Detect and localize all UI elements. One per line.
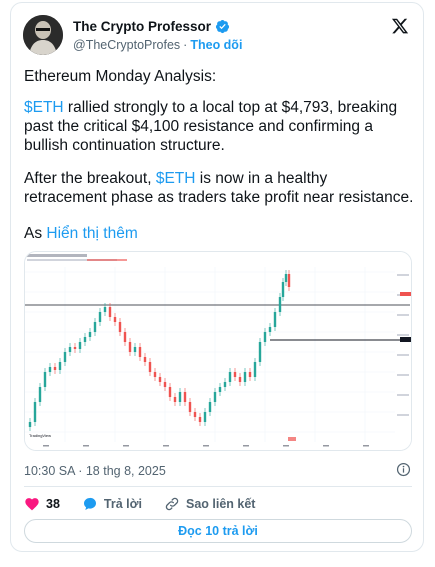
candle-body: [78, 342, 82, 349]
candle-body: [238, 377, 242, 382]
author-name[interactable]: The Crypto Professor: [73, 19, 211, 34]
candle-body: [113, 317, 117, 322]
candle-body: [148, 362, 152, 372]
candle-body: [183, 392, 187, 402]
candle-body: [208, 402, 212, 412]
candle-body: [43, 372, 47, 387]
candle-body: [281, 282, 285, 297]
candle-body: [213, 392, 217, 402]
candle-body: [273, 312, 277, 327]
eth-candlestick-chart: TradingView: [25, 252, 411, 450]
candle-body: [178, 392, 182, 402]
reply-label: Trả lời: [103, 497, 142, 511]
eth-cashtag-link[interactable]: $ETH: [24, 99, 64, 116]
candle-body: [33, 402, 37, 422]
verified-badge-icon: [215, 19, 230, 34]
link-icon: [165, 497, 179, 511]
action-bar: 38 Trả lời Sao liên kết: [24, 496, 277, 512]
candle-body: [284, 274, 288, 282]
x-logo-icon[interactable]: [391, 17, 409, 35]
reply-bubble-icon: [83, 497, 96, 510]
candle-body: [287, 274, 291, 287]
candle-body: [48, 367, 52, 372]
read-replies-button[interactable]: Đọc 10 trả lời: [24, 519, 412, 543]
paragraph-3-pre: After the breakout,: [24, 170, 156, 187]
tweet-paragraph-2: $ETH rallied strongly to a local top at …: [24, 98, 414, 155]
like-button[interactable]: 38: [24, 496, 60, 512]
candle-body: [53, 367, 57, 370]
candle-body: [188, 402, 192, 412]
candle-body: [73, 347, 77, 349]
candle-body: [223, 382, 227, 387]
paragraph-4-pre: As: [24, 225, 47, 242]
candle-body: [108, 307, 112, 317]
candle-body: [88, 332, 92, 337]
follow-button[interactable]: Theo dõi: [190, 38, 242, 52]
candle-body: [198, 417, 202, 422]
candle-body: [233, 372, 237, 377]
info-icon[interactable]: [396, 462, 411, 477]
tradingview-watermark: TradingView: [29, 433, 51, 438]
candle-body: [133, 347, 137, 352]
candle-body: [268, 327, 272, 332]
candle-body: [263, 332, 267, 342]
divider: [24, 486, 412, 487]
candle-body: [158, 377, 162, 382]
tweet-card[interactable]: The Crypto Professor @TheCryptoProfes · …: [10, 2, 424, 552]
candle-body: [193, 412, 197, 417]
candle-body: [248, 372, 252, 377]
candle-body: [128, 342, 132, 352]
candle-body: [218, 387, 222, 392]
tweet-line-1: Ethereum Monday Analysis:: [24, 68, 217, 85]
candle-body: [243, 372, 247, 382]
candle-body: [98, 312, 102, 322]
candle-body: [83, 337, 87, 342]
candle-body: [118, 322, 122, 332]
candle-body: [258, 342, 262, 362]
candle-body: [143, 357, 147, 362]
candle-body: [163, 382, 167, 387]
chart-image[interactable]: TradingView: [24, 251, 412, 451]
candle-body: [58, 362, 62, 370]
candle-body: [103, 307, 107, 312]
like-count: 38: [46, 497, 60, 511]
candle-body: [168, 387, 172, 397]
candle-body: [93, 322, 97, 332]
tweet-paragraph-3: After the breakout, $ETH is now in a hea…: [24, 169, 414, 207]
candle-body: [173, 397, 177, 402]
candle-body: [138, 347, 142, 357]
candle-body: [68, 347, 72, 352]
separator-dot: ·: [183, 38, 188, 52]
candle-body: [63, 352, 67, 362]
author-handle[interactable]: @TheCryptoProfes: [73, 38, 180, 52]
show-more-link[interactable]: Hiển thị thêm: [46, 225, 137, 242]
candle-body: [123, 332, 127, 342]
heart-icon: [25, 498, 39, 511]
tweet-timestamp[interactable]: 10:30 SA · 18 thg 8, 2025: [24, 464, 166, 478]
candle-body: [203, 412, 207, 422]
tweet-paragraph-4: As Hiển thị thêm: [24, 224, 414, 243]
candle-body: [153, 372, 157, 377]
reply-button[interactable]: Trả lời: [82, 496, 142, 512]
copy-link-label: Sao liên kết: [185, 497, 256, 511]
eth-cashtag-link-2[interactable]: $ETH: [156, 170, 196, 187]
candle-body: [38, 387, 42, 402]
candle-body: [228, 372, 232, 382]
author-avatar[interactable]: [23, 15, 63, 55]
candle-body: [28, 422, 32, 427]
paragraph-2-text: rallied strongly to a local top at $4,79…: [24, 99, 398, 154]
candle-body: [278, 297, 282, 312]
copy-link-button[interactable]: Sao liên kết: [164, 496, 255, 512]
candle-body: [253, 362, 257, 377]
